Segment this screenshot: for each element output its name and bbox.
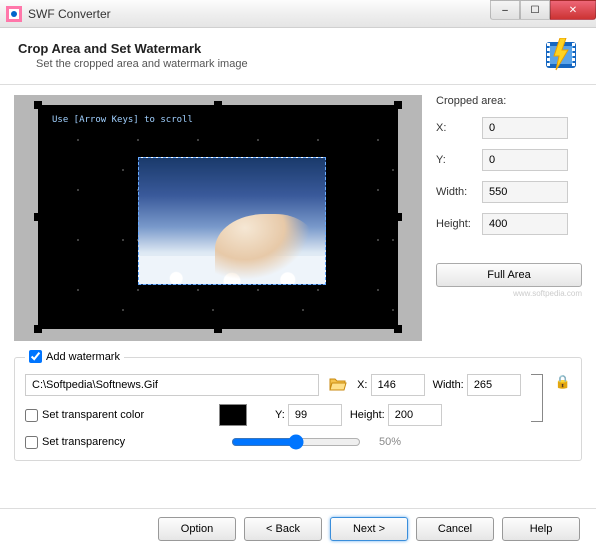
crop-handle[interactable] [394, 325, 402, 333]
crop-handle[interactable] [394, 213, 402, 221]
next-button[interactable]: Next > [330, 517, 408, 541]
preview-hint: Use [Arrow Keys] to scroll [52, 115, 193, 125]
crop-handle[interactable] [34, 101, 42, 109]
watermark-group: Add watermark X: Width: Set transparent … [14, 357, 582, 461]
crop-width-input[interactable] [482, 181, 568, 203]
titlebar: SWF Converter – ☐ ✕ [0, 0, 596, 28]
maximize-button[interactable]: ☐ [520, 0, 550, 20]
crop-handle[interactable] [214, 101, 222, 109]
crop-handle[interactable] [214, 325, 222, 333]
close-button[interactable]: ✕ [550, 0, 596, 20]
crop-preview[interactable]: Use [Arrow Keys] to scroll [14, 95, 422, 341]
lock-icon[interactable]: 🔒 [555, 374, 571, 390]
watermark-hint-text: www.softpedia.com [436, 289, 582, 298]
page-header: Crop Area and Set Watermark Set the crop… [0, 28, 596, 85]
page-subtitle: Set the cropped area and watermark image [36, 58, 248, 70]
app-icon [6, 6, 22, 22]
aspect-link-bracket [531, 374, 543, 422]
set-transparency-checkbox[interactable] [25, 436, 38, 449]
wm-height-input[interactable] [388, 404, 442, 426]
wm-height-label: Height: [350, 409, 385, 421]
crop-handle[interactable] [34, 325, 42, 333]
crop-x-label: X: [436, 122, 482, 134]
add-watermark-checkbox-label[interactable]: Add watermark [25, 350, 124, 363]
cancel-button[interactable]: Cancel [416, 517, 494, 541]
wm-width-label: Width: [433, 379, 464, 391]
wm-x-input[interactable] [371, 374, 425, 396]
wm-y-input[interactable] [288, 404, 342, 426]
browse-button[interactable] [327, 375, 349, 395]
crop-handle[interactable] [34, 213, 42, 221]
set-transparent-color-checkbox-label[interactable]: Set transparent color [25, 409, 185, 422]
transparency-value: 50% [379, 436, 401, 448]
transparent-color-swatch[interactable] [219, 404, 247, 426]
crop-width-label: Width: [436, 186, 482, 198]
wm-width-input[interactable] [467, 374, 521, 396]
full-area-button[interactable]: Full Area [436, 263, 582, 287]
crop-selection[interactable] [138, 157, 326, 285]
page-title: Crop Area and Set Watermark [18, 41, 248, 56]
cropped-area-label: Cropped area: [436, 95, 582, 107]
transparency-slider[interactable] [231, 434, 361, 450]
crop-y-input[interactable] [482, 149, 568, 171]
option-button[interactable]: Option [158, 517, 236, 541]
crop-x-input[interactable] [482, 117, 568, 139]
folder-open-icon [329, 376, 347, 392]
crop-height-input[interactable] [482, 213, 568, 235]
minimize-button[interactable]: – [490, 0, 520, 20]
window-title: SWF Converter [28, 7, 111, 21]
help-button[interactable]: Help [502, 517, 580, 541]
crop-y-label: Y: [436, 154, 482, 166]
wm-x-label: X: [357, 379, 367, 391]
crop-handle[interactable] [394, 101, 402, 109]
add-watermark-checkbox[interactable] [29, 350, 42, 363]
crop-height-label: Height: [436, 218, 482, 230]
back-button[interactable]: < Back [244, 517, 322, 541]
set-transparency-checkbox-label[interactable]: Set transparency [25, 436, 185, 449]
dialog-footer: Option < Back Next > Cancel Help [0, 508, 596, 548]
watermark-path-input[interactable] [25, 374, 319, 396]
wm-y-label: Y: [275, 409, 285, 421]
film-lightning-icon [544, 38, 578, 72]
set-transparent-color-checkbox[interactable] [25, 409, 38, 422]
